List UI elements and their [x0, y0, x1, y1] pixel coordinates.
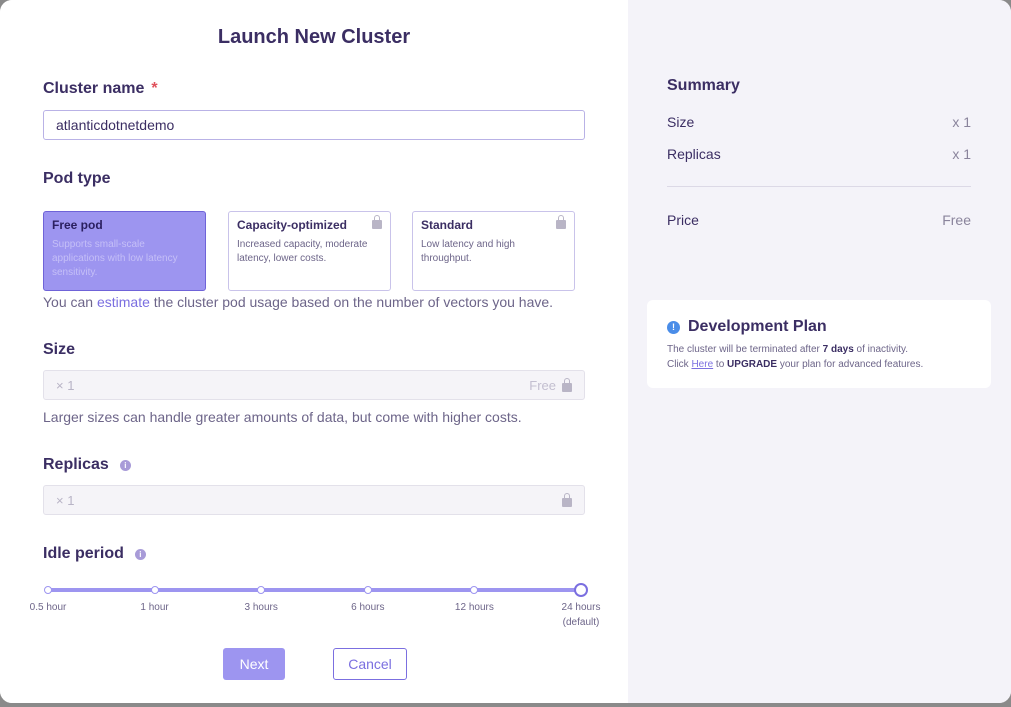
pod-option-capacity-optimized[interactable]: Capacity-optimized Increased capacity, m… — [228, 211, 391, 291]
pod-option-desc: Increased capacity, moderate latency, lo… — [237, 239, 368, 264]
lock-icon — [562, 492, 572, 507]
pod-option-desc: Supports small-scale applications with l… — [52, 239, 178, 278]
summary-title: Summary — [667, 77, 740, 94]
slider-stop[interactable] — [150, 586, 159, 594]
development-plan-card: ! Development Plan The cluster will be t… — [647, 300, 991, 388]
slider-stop[interactable] — [363, 586, 372, 594]
pod-option-title: Capacity-optimized — [237, 218, 348, 232]
replicas-label: Replicas i — [43, 456, 131, 474]
idle-period-slider-track[interactable] — [48, 588, 581, 592]
lock-icon — [556, 215, 566, 229]
pod-option-desc: Low latency and high throughput. — [421, 239, 515, 264]
slider-stop-label: 24 hours (default) — [561, 602, 601, 628]
launch-cluster-modal: Launch New Cluster Cluster name* Pod typ… — [0, 0, 1011, 703]
slider-stop[interactable] — [574, 583, 588, 597]
pod-type-helper: You can estimate the cluster pod usage b… — [43, 294, 554, 310]
plan-heading: ! Development Plan — [667, 318, 971, 336]
slider-stop[interactable] — [44, 586, 52, 594]
plan-description: The cluster will be terminated after 7 d… — [667, 344, 924, 370]
cluster-name-label: Cluster name * — [43, 80, 158, 97]
idle-period-label: Idle period i — [43, 545, 146, 563]
cancel-button[interactable]: Cancel — [333, 648, 407, 680]
pod-option-free[interactable]: Free pod Supports small-scale applicatio… — [43, 211, 206, 291]
size-helper: Larger sizes can handle greater amounts … — [43, 409, 522, 425]
cluster-name-input[interactable] — [43, 110, 585, 140]
estimate-link[interactable]: estimate — [97, 294, 150, 310]
slider-stop-label: 1 hour — [140, 602, 169, 613]
pod-type-label: Pod type — [43, 170, 111, 187]
summary-divider — [667, 186, 971, 187]
size-field: × 1 Free — [43, 370, 585, 400]
pod-option-title: Standard — [421, 218, 474, 232]
modal-title: Launch New Cluster — [217, 26, 411, 48]
lock-icon — [372, 215, 382, 229]
info-icon[interactable]: i — [119, 459, 131, 471]
slider-stop[interactable] — [257, 586, 266, 594]
slider-stop[interactable] — [470, 586, 479, 594]
size-label: Size — [43, 341, 76, 358]
form-panel: Launch New Cluster Cluster name* Pod typ… — [0, 0, 628, 703]
plan-title: Development Plan — [688, 318, 827, 335]
summary-size-row: Size x 1 — [667, 114, 971, 130]
replicas-value: × 1 — [56, 492, 75, 508]
slider-stop-label: 0.5 hour — [29, 602, 67, 613]
slider-stop-label: 6 hours — [351, 602, 385, 613]
size-value: × 1 — [56, 377, 75, 393]
lock-icon — [562, 377, 572, 392]
size-price: Free — [529, 377, 556, 393]
required-mark: * — [151, 80, 158, 97]
info-icon[interactable]: i — [134, 548, 146, 560]
replicas-field: × 1 — [43, 485, 585, 515]
pod-option-title: Free pod — [52, 218, 103, 232]
upgrade-here-link[interactable]: Here — [691, 359, 713, 370]
slider-stop-label: 12 hours — [454, 602, 494, 613]
summary-replicas-row: Replicas x 1 — [667, 146, 971, 162]
next-button[interactable]: Next — [223, 648, 285, 680]
summary-price-row: Price Free — [667, 212, 971, 228]
info-icon: ! — [667, 320, 680, 334]
slider-stop-label: 3 hours — [244, 602, 278, 613]
pod-option-standard[interactable]: Standard Low latency and high throughput… — [412, 211, 575, 291]
